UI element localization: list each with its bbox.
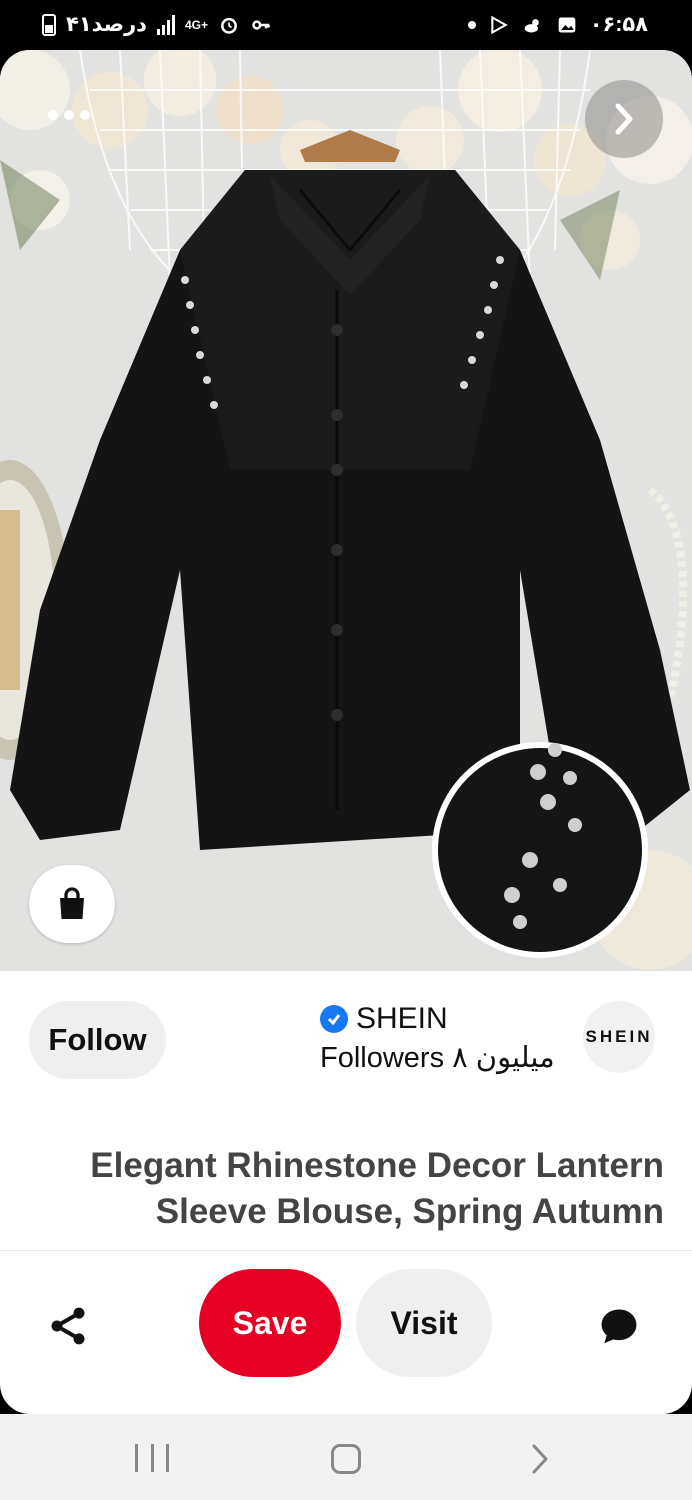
pin-title: Elegant Rhinestone Decor Lantern Sleeve … <box>30 1143 664 1235</box>
alarm-icon <box>221 17 237 34</box>
pin-card: Follow SHEIN Followers ۸ میلیون SHEIN El… <box>0 50 692 1414</box>
detail-zoom-circle <box>432 742 648 958</box>
comment-button[interactable] <box>591 1298 647 1354</box>
key-icon <box>252 19 270 30</box>
brand-info[interactable]: SHEIN Followers ۸ میلیون <box>320 1000 580 1075</box>
pin-title-line1: Elegant Rhinestone Decor Lantern <box>90 1146 664 1185</box>
battery-icon <box>42 13 56 36</box>
shop-button[interactable] <box>29 865 115 943</box>
clock: ۰۶:۵۸ <box>589 13 648 36</box>
followers-count: Followers ۸ میلیون <box>320 1042 555 1074</box>
blouse-photo <box>0 50 692 971</box>
status-bar: ۴۱درصد 4G+ ۰۶:۵۸ <box>0 0 692 50</box>
signal-icon <box>156 14 175 35</box>
home-icon[interactable] <box>331 1444 361 1474</box>
pin-title-line2: Sleeve Blouse, Spring Autumn <box>155 1192 664 1231</box>
system-nav-bar <box>0 1414 692 1500</box>
dot-icon <box>467 20 476 29</box>
play-store-icon <box>491 15 508 34</box>
network-text: 4G+ <box>184 17 208 32</box>
status-left: ۴۱درصد 4G+ <box>42 12 272 37</box>
brand-avatar[interactable]: SHEIN <box>583 1001 655 1073</box>
share-button[interactable] <box>40 1298 96 1354</box>
battery-text: ۴۱درصد <box>66 13 147 36</box>
weather-icon <box>524 18 539 32</box>
pin-image[interactable] <box>0 50 692 971</box>
save-button[interactable]: Save <box>199 1269 341 1377</box>
verified-icon <box>320 1005 348 1033</box>
divider <box>0 1250 692 1251</box>
next-image-button[interactable] <box>585 80 663 158</box>
back-icon[interactable] <box>525 1442 555 1476</box>
visit-button[interactable]: Visit <box>356 1269 492 1377</box>
gallery-icon <box>558 17 576 32</box>
shopping-bag-icon <box>60 887 84 919</box>
chevron-right-icon <box>615 103 633 135</box>
more-options-icon[interactable] <box>48 110 90 120</box>
comment-icon <box>601 1309 637 1344</box>
share-icon <box>51 1307 85 1345</box>
brand-name: SHEIN <box>356 1002 448 1035</box>
follow-button[interactable]: Follow <box>29 1001 166 1079</box>
status-right: ۰۶:۵۸ <box>467 12 648 37</box>
recent-apps-icon[interactable] <box>135 1444 169 1472</box>
